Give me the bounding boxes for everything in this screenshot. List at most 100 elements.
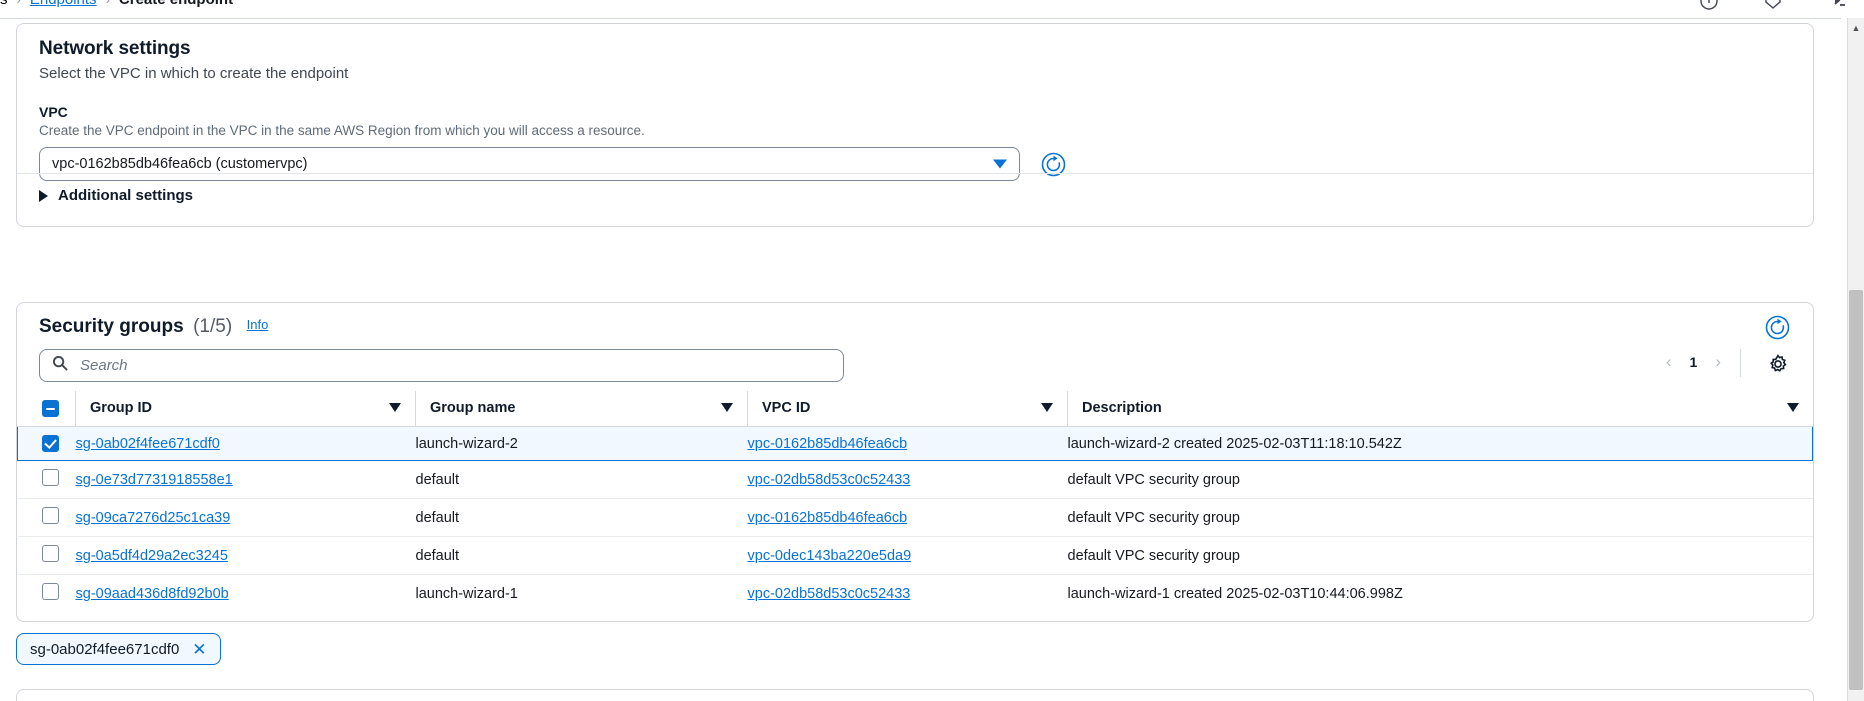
cell-description: default VPC security group [1068, 461, 1813, 499]
search-box[interactable] [39, 349, 844, 382]
pagination-next-icon[interactable]: › [1715, 352, 1721, 372]
pagination: ‹ 1 › [1666, 352, 1721, 372]
group-id-link[interactable]: sg-09ca7276d25c1ca39 [76, 510, 231, 526]
scrollbar-thumb[interactable] [1849, 290, 1863, 690]
select-all-checkbox[interactable] [42, 400, 59, 417]
group-id-link[interactable]: sg-09aad436d8fd92b0b [76, 586, 229, 602]
info-icon[interactable] [1698, 0, 1720, 17]
sort-group-name-icon[interactable] [721, 403, 733, 412]
page-title-network-settings: Network settings [39, 38, 1791, 60]
vpc-field-label: VPC [39, 104, 1791, 120]
row-checkbox[interactable] [42, 469, 59, 486]
security-groups-count: (1/5) [193, 316, 232, 337]
row-select-cell [18, 427, 76, 461]
table-row[interactable]: sg-0ab02f4fee671cdf0 launch-wizard-2 vpc… [18, 427, 1813, 461]
additional-settings-label: Additional settings [58, 187, 193, 204]
column-header-vpc-id-label: VPC ID [762, 400, 810, 416]
security-groups-toolbar: ‹ 1 › [17, 349, 1813, 391]
cell-group-id: sg-09aad436d8fd92b0b [76, 575, 416, 613]
console-header-icons [1698, 0, 1848, 17]
cell-group-id: sg-0a5df4d29a2ec3245 [76, 537, 416, 575]
table-row[interactable]: sg-09aad436d8fd92b0b launch-wizard-1 vpc… [18, 575, 1813, 613]
table-row[interactable]: sg-0a5df4d29a2ec3245 default vpc-0dec143… [18, 537, 1813, 575]
security-groups-refresh-button[interactable] [1763, 313, 1791, 341]
select-all-header [18, 391, 76, 427]
table-row[interactable]: sg-0e73d7731918558e1 default vpc-02db58d… [18, 461, 1813, 499]
cell-vpc-id: vpc-02db58d53c0c52433 [748, 575, 1068, 613]
vpc-id-link[interactable]: vpc-0162b85db46fea6cb [748, 436, 908, 452]
vpc-id-link[interactable]: vpc-02db58d53c0c52433 [748, 472, 911, 488]
additional-settings-expander[interactable]: Additional settings [39, 187, 193, 204]
breadcrumb: s › Endpoints › Create endpoint [0, 0, 233, 8]
terminal-icon[interactable] [1826, 0, 1848, 17]
breadcrumb-link-endpoints[interactable]: Endpoints [30, 0, 97, 8]
table-body: sg-0ab02f4fee671cdf0 launch-wizard-2 vpc… [18, 427, 1813, 613]
column-header-group-id-label: Group ID [90, 400, 152, 416]
sort-group-id-icon[interactable] [389, 403, 401, 412]
vpc-id-link[interactable]: vpc-0162b85db46fea6cb [748, 510, 908, 526]
breadcrumb-prev-partial: s [0, 0, 8, 8]
vpc-select-value: vpc-0162b85db46fea6cb (customervpc) [52, 156, 308, 172]
close-icon[interactable]: ✕ [192, 641, 206, 658]
cloudshell-icon[interactable] [1762, 0, 1784, 17]
cell-group-name: launch-wizard-2 [416, 427, 748, 461]
breadcrumb-separator-icon: › [17, 0, 21, 7]
cell-group-name: default [416, 537, 748, 575]
row-select-cell [18, 461, 76, 499]
group-id-link[interactable]: sg-0e73d7731918558e1 [76, 472, 233, 488]
chevron-right-icon[interactable] [39, 190, 48, 202]
security-groups-header: Security groups (1/5) Info [17, 303, 1813, 349]
cell-group-id: sg-0ab02f4fee671cdf0 [76, 427, 416, 461]
network-settings-card: Network settings Select the VPC in which… [16, 23, 1814, 227]
vpc-select[interactable]: vpc-0162b85db46fea6cb (customervpc) [39, 147, 1020, 181]
vpc-select-row: vpc-0162b85db46fea6cb (customervpc) [39, 147, 1791, 181]
row-checkbox[interactable] [42, 507, 59, 524]
column-header-description: Description [1068, 391, 1813, 427]
breadcrumb-separator-icon-2: › [106, 0, 110, 7]
cell-group-name: default [416, 461, 748, 499]
security-groups-info-link[interactable]: Info [247, 317, 269, 332]
cell-vpc-id: vpc-0162b85db46fea6cb [748, 499, 1068, 537]
breadcrumb-bar: s › Endpoints › Create endpoint [0, 0, 1864, 20]
cell-description: launch-wizard-2 created 2025-02-03T11:18… [1068, 427, 1813, 461]
table-header-row: Group ID Group name VPC ID [18, 391, 1813, 427]
pagination-prev-icon[interactable]: ‹ [1666, 352, 1672, 372]
vpc-id-link[interactable]: vpc-0dec143ba220e5da9 [748, 548, 912, 564]
page-content: Network settings Select the VPC in which… [0, 18, 1841, 701]
search-icon [52, 355, 68, 376]
selected-security-group-token: sg-0ab02f4fee671cdf0 ✕ [16, 633, 221, 665]
row-checkbox[interactable] [42, 435, 59, 452]
column-header-description-label: Description [1082, 400, 1162, 416]
column-header-group-name: Group name [416, 391, 748, 427]
toolbar-divider [1740, 349, 1741, 377]
cell-vpc-id: vpc-0dec143ba220e5da9 [748, 537, 1068, 575]
row-checkbox[interactable] [42, 583, 59, 600]
column-header-group-name-label: Group name [430, 400, 515, 416]
settings-gear-icon[interactable] [1765, 351, 1791, 377]
browser-scrollbar[interactable]: ▲ [1847, 18, 1864, 701]
sort-vpc-id-icon[interactable] [1041, 403, 1053, 412]
cell-description: default VPC security group [1068, 537, 1813, 575]
cell-description: launch-wizard-1 created 2025-02-03T10:44… [1068, 575, 1813, 613]
cell-group-id: sg-09ca7276d25c1ca39 [76, 499, 416, 537]
breadcrumb-current-create-endpoint: Create endpoint [119, 0, 233, 8]
vpc-id-link[interactable]: vpc-02db58d53c0c52433 [748, 586, 911, 602]
row-checkbox[interactable] [42, 545, 59, 562]
row-select-cell [18, 537, 76, 575]
scrollbar-up-arrow-icon[interactable]: ▲ [1848, 20, 1864, 36]
row-select-cell [18, 575, 76, 613]
network-settings-description: Select the VPC in which to create the en… [39, 65, 1791, 82]
token-label: sg-0ab02f4fee671cdf0 [30, 641, 179, 658]
search-input[interactable] [78, 356, 778, 375]
next-section-card [16, 689, 1814, 701]
pagination-page-number[interactable]: 1 [1690, 354, 1698, 370]
group-id-link[interactable]: sg-0ab02f4fee671cdf0 [76, 436, 220, 452]
table-header: Group ID Group name VPC ID [18, 391, 1813, 427]
sort-description-icon[interactable] [1787, 403, 1799, 412]
cell-vpc-id: vpc-0162b85db46fea6cb [748, 427, 1068, 461]
chevron-down-icon[interactable] [993, 160, 1007, 169]
table-row[interactable]: sg-09ca7276d25c1ca39 default vpc-0162b85… [18, 499, 1813, 537]
column-header-vpc-id: VPC ID [748, 391, 1068, 427]
row-select-cell [18, 499, 76, 537]
group-id-link[interactable]: sg-0a5df4d29a2ec3245 [76, 548, 228, 564]
